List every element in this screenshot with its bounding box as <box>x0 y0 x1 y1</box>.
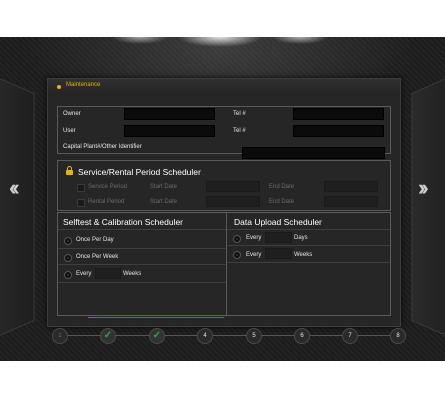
user-label: User <box>63 128 76 134</box>
step-6[interactable]: 6 <box>294 328 310 344</box>
footer-accent-line <box>88 317 224 318</box>
capital-field[interactable] <box>242 147 385 159</box>
row-divider <box>227 245 390 246</box>
row-divider <box>58 264 226 265</box>
step-2-complete[interactable]: ✓ <box>100 328 116 344</box>
once-per-week-label: Once Per Week <box>76 254 119 260</box>
next-arrow-icon[interactable]: ›› <box>418 175 428 201</box>
upload-title: Data Upload Scheduler <box>234 217 322 227</box>
rental-period-label: Rental Period <box>88 199 125 205</box>
upload-every-weeks-radio[interactable] <box>233 251 241 259</box>
upload-days-unit: Days <box>294 235 308 241</box>
previous-arrow-icon[interactable]: ‹‹ <box>9 175 19 201</box>
panel-title: Maintenance <box>66 82 101 88</box>
once-per-day-label: Once Per Day <box>76 237 114 243</box>
step-4[interactable]: 4 <box>197 328 213 344</box>
maintenance-panel: Maintenance Owner Tel # User Tel # Capit… <box>47 78 401 327</box>
step-7[interactable]: 7 <box>342 328 358 344</box>
service-start-field[interactable] <box>206 181 260 192</box>
scheduler-options-box: Selftest & Calibration Scheduler Once Pe… <box>57 212 391 316</box>
rental-period-checkbox[interactable] <box>77 199 85 207</box>
upload-weeks-unit: Weeks <box>294 252 313 258</box>
selftest-header-divider <box>58 229 226 230</box>
upload-header-divider <box>227 229 390 230</box>
service-start-label: Start Date <box>150 184 178 190</box>
previous-page-panel[interactable] <box>0 70 35 344</box>
next-page-panel[interactable] <box>411 70 445 344</box>
rental-start-field[interactable] <box>206 196 260 207</box>
scheduler-stage: ‹‹ ›› Maintenance Owner Tel # User Tel #… <box>0 37 445 361</box>
upload-weeks-field[interactable] <box>265 248 292 259</box>
owner-tel-field[interactable] <box>293 108 384 120</box>
step-1[interactable]: 1 <box>52 328 68 344</box>
selftest-weeks-field[interactable] <box>95 268 121 279</box>
service-end-field[interactable] <box>324 181 378 192</box>
owner-label: Owner <box>63 111 81 117</box>
selftest-weeks-unit: Weeks <box>123 271 142 277</box>
upload-every-days-radio[interactable] <box>233 235 241 243</box>
rental-end-field[interactable] <box>324 196 378 207</box>
service-period-checkbox[interactable] <box>77 184 85 192</box>
service-end-label: End Date <box>269 184 295 190</box>
upload-every-days-label: Every <box>246 235 262 241</box>
every-label: Every <box>76 271 92 277</box>
row-divider <box>58 282 226 283</box>
service-period-label: Service Period <box>88 184 128 190</box>
checkmark-icon: ✓ <box>152 330 162 341</box>
user-tel-field[interactable] <box>293 125 384 137</box>
upload-every-weeks-label: Every <box>246 252 262 258</box>
every-weeks-radio[interactable] <box>64 271 72 279</box>
rental-end-label: End Date <box>269 199 295 205</box>
service-rental-box: Service/Rental Period Scheduler Service … <box>57 160 391 211</box>
once-per-day-radio[interactable] <box>64 237 72 245</box>
lock-icon <box>66 166 73 175</box>
owner-field[interactable] <box>124 108 215 120</box>
user-tel-label: Tel # <box>233 128 246 134</box>
once-per-week-radio[interactable] <box>64 254 72 262</box>
upload-days-field[interactable] <box>265 232 292 243</box>
selftest-title: Selftest & Calibration Scheduler <box>63 217 184 227</box>
row-divider <box>227 262 390 263</box>
user-field[interactable] <box>124 125 215 137</box>
row-divider <box>58 248 226 249</box>
owner-tel-label: Tel # <box>233 111 246 117</box>
capital-label: Capital Plant#/Other Identifier <box>63 144 142 150</box>
step-5[interactable]: 5 <box>246 328 262 344</box>
service-scheduler-title: Service/Rental Period Scheduler <box>78 167 201 177</box>
step-3-complete[interactable]: ✓ <box>149 328 165 344</box>
checkmark-icon: ✓ <box>103 330 113 341</box>
step-8[interactable]: 8 <box>390 328 406 344</box>
panel-header: Maintenance <box>48 79 400 95</box>
header-bullet-icon <box>57 85 61 89</box>
rental-start-label: Start Date <box>150 199 178 205</box>
